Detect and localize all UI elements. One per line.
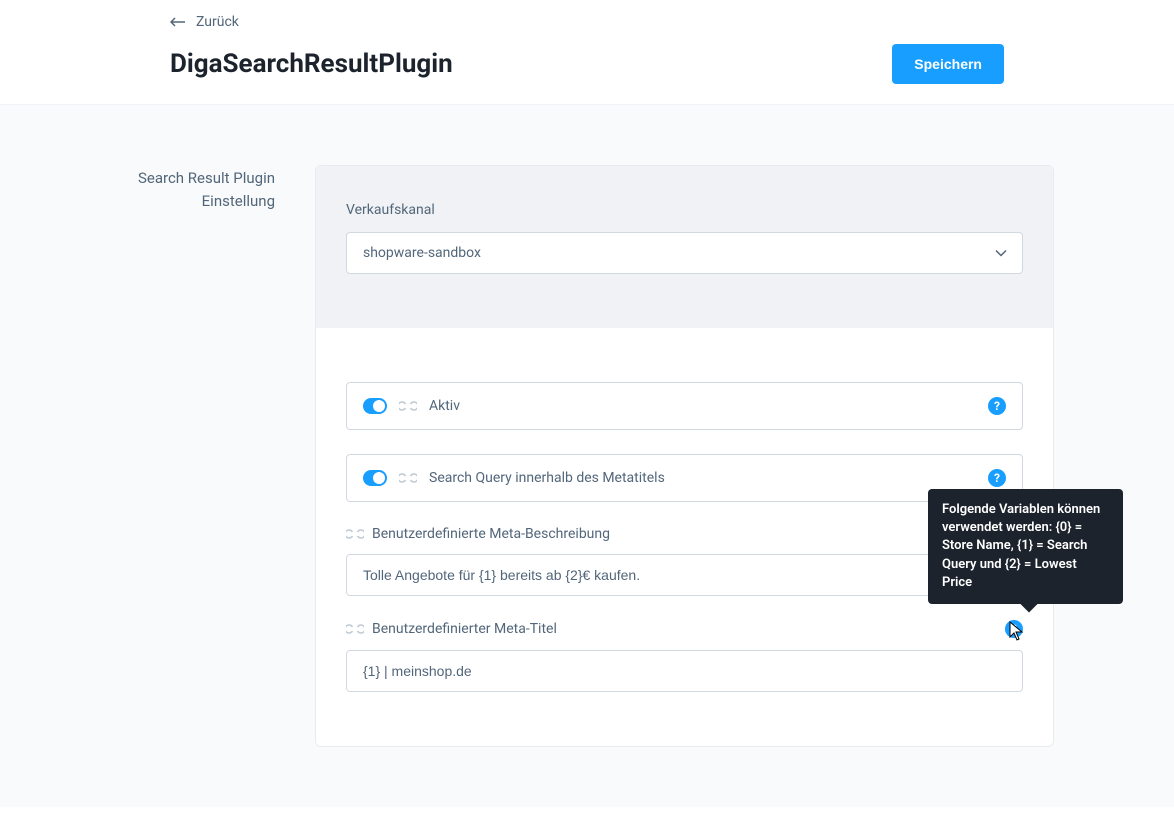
active-toggle-label: Aktiv <box>429 398 976 414</box>
inherit-icon <box>399 399 417 413</box>
help-icon[interactable]: ? <box>988 397 1006 415</box>
search-query-meta-toggle-label: Search Query innerhalb des Metatitels <box>429 470 976 486</box>
section-title: Search Result Plugin Einstellung <box>120 165 275 214</box>
help-icon[interactable]: ? <box>988 469 1006 487</box>
meta-title-label: Benutzerdefinierter Meta-Titel <box>372 621 557 637</box>
search-query-meta-toggle[interactable] <box>363 470 387 486</box>
settings-card: Verkaufskanal shopware-sandbox Aktiv ? <box>315 165 1054 747</box>
page-title: DigaSearchResultPlugin <box>170 49 453 79</box>
save-button[interactable]: Speichern <box>892 44 1004 84</box>
sales-channel-label: Verkaufskanal <box>346 202 1023 218</box>
meta-description-label: Benutzerdefinierte Meta-Beschreibung <box>372 526 610 542</box>
arrow-left-icon <box>170 16 186 28</box>
back-label: Zurück <box>196 14 239 30</box>
meta-title-group: Benutzerdefinierter Meta-Titel ? Folgend… <box>346 620 1023 692</box>
help-icon[interactable]: ? <box>1005 620 1023 638</box>
inherit-icon <box>399 471 417 485</box>
active-toggle[interactable] <box>363 398 387 414</box>
inherit-icon <box>346 527 364 541</box>
inherit-icon <box>346 622 364 636</box>
meta-description-input[interactable] <box>346 554 1023 596</box>
meta-title-input[interactable] <box>346 650 1023 692</box>
tooltip: Folgende Variablen können verwendet werd… <box>928 489 1123 604</box>
meta-description-group: Benutzerdefinierte Meta-Beschreibung <box>346 526 1023 596</box>
search-query-meta-toggle-row: Search Query innerhalb des Metatitels ? <box>346 454 1023 502</box>
back-link[interactable]: Zurück <box>170 14 239 30</box>
active-toggle-row: Aktiv ? <box>346 382 1023 430</box>
sales-channel-select[interactable]: shopware-sandbox <box>346 232 1023 274</box>
